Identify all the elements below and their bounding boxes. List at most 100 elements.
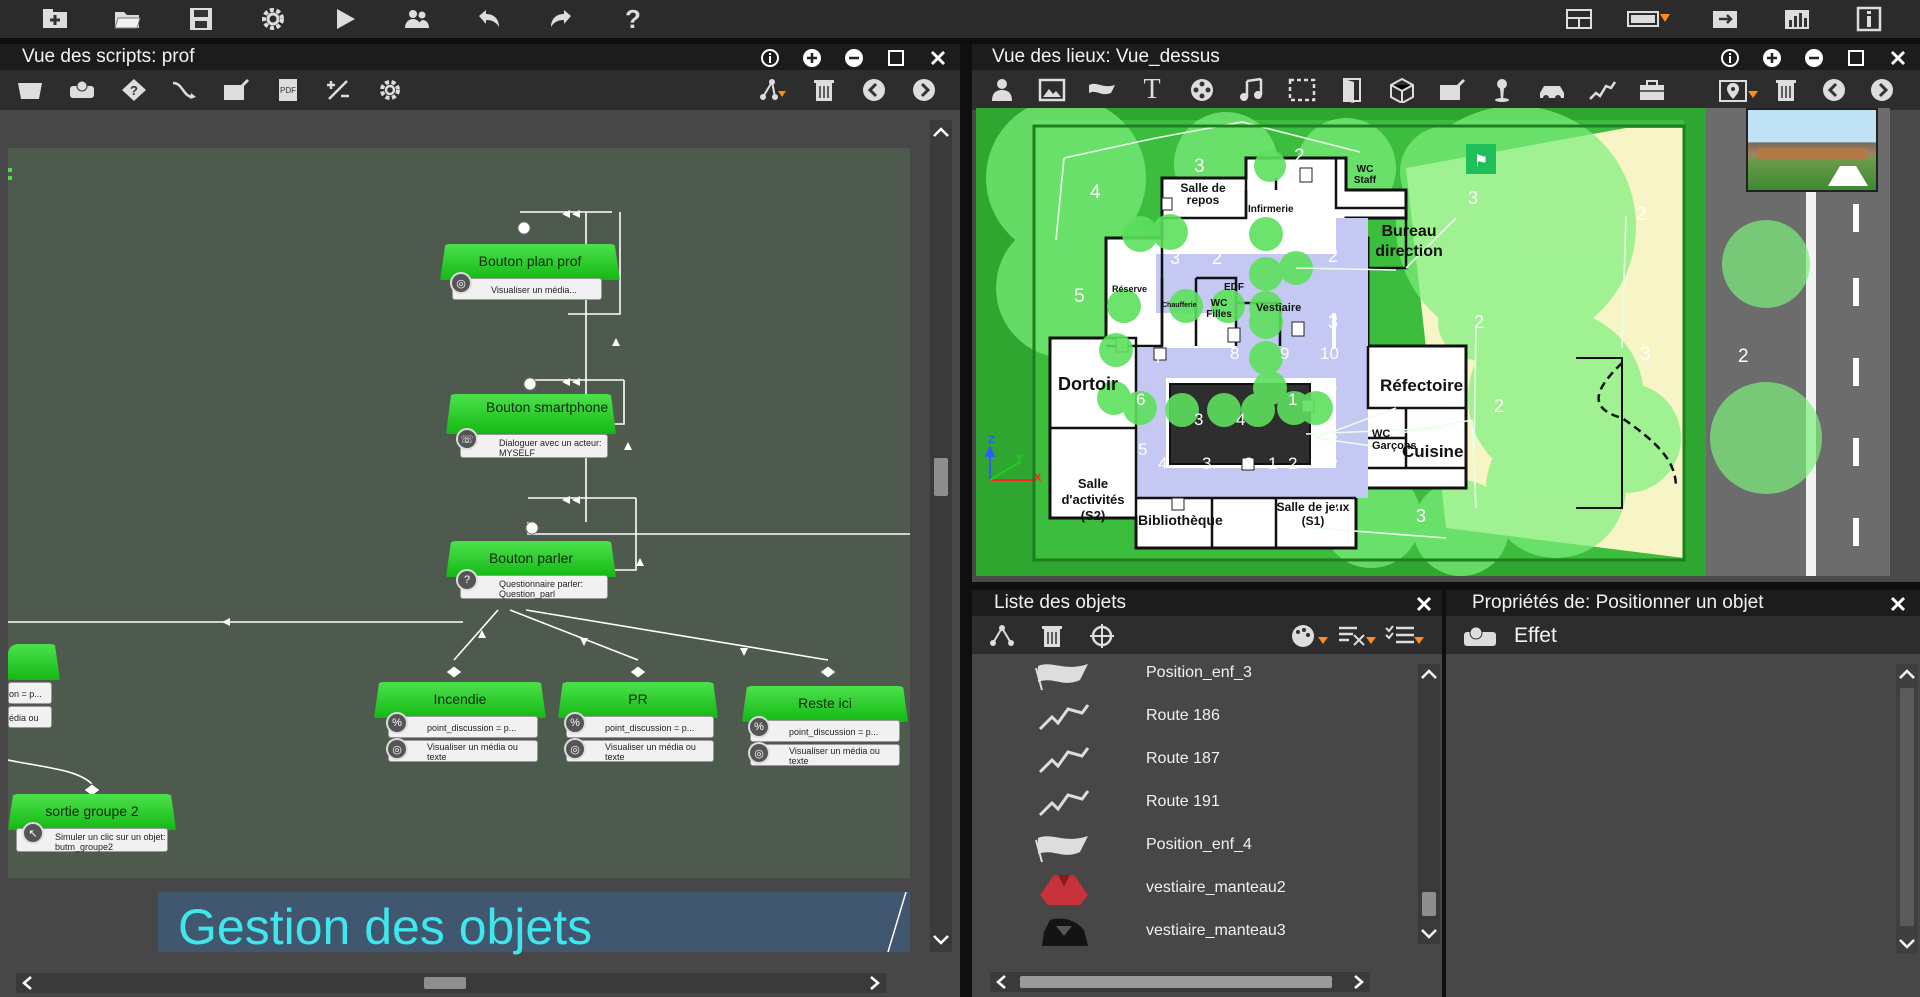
pin-icon[interactable] (1486, 76, 1518, 104)
info-circle-icon[interactable] (758, 47, 782, 69)
filter-list-icon[interactable] (1336, 622, 1380, 650)
window-toggle-icon[interactable] (1626, 5, 1672, 33)
film-reel-icon[interactable] (1186, 76, 1218, 104)
node-sortie-groupe-2[interactable]: sortie groupe 2 Simuler un clic sur un o… (8, 794, 176, 874)
path-number: 3 (1170, 248, 1181, 268)
path-number: 4 (1328, 376, 1338, 395)
add-scenario-icon[interactable] (40, 5, 70, 33)
text-tool-icon[interactable]: T (1136, 74, 1168, 105)
script-actor-icon[interactable] (66, 76, 98, 104)
list-item[interactable]: Route 187 (1014, 742, 1414, 778)
script-edit-icon[interactable] (220, 76, 252, 104)
node-reste-ici[interactable]: Reste ici point_discussion = p... Visual… (742, 686, 908, 786)
panel-separator[interactable] (972, 582, 1920, 590)
node-incendie[interactable]: Incendie point_discussion = p... Visuali… (374, 682, 546, 782)
list-item[interactable]: Position_enf_3 (1014, 656, 1414, 692)
flag-icon[interactable] (1086, 76, 1118, 104)
toolbox-icon[interactable] (1636, 76, 1668, 104)
settings-gear-icon[interactable] (258, 5, 288, 33)
gestion-objets-banner[interactable]: Gestion des objets (158, 892, 910, 955)
import-icon[interactable] (1710, 5, 1740, 33)
hierarchy-icon[interactable] (986, 622, 1018, 650)
open-folder-icon[interactable] (112, 5, 142, 33)
previous-icon[interactable] (858, 76, 890, 104)
next-icon[interactable] (1866, 76, 1898, 104)
list-item[interactable]: vestiaire_manteau3 (1014, 914, 1414, 950)
panel-separator[interactable] (960, 44, 972, 997)
hierarchy-icon[interactable] (756, 76, 788, 104)
route-icon[interactable] (1586, 76, 1618, 104)
undo-icon[interactable] (474, 5, 504, 33)
script-link-icon[interactable] (168, 76, 200, 104)
edit-object-icon[interactable] (1436, 76, 1468, 104)
node-partial-left[interactable]: on = p... édia ou (8, 644, 60, 734)
trash-icon[interactable] (1036, 622, 1068, 650)
percent-icon[interactable] (322, 76, 354, 104)
person-icon[interactable] (986, 76, 1018, 104)
music-icon[interactable] (1236, 76, 1268, 104)
selection-zone-icon[interactable] (1286, 76, 1318, 104)
info-icon[interactable] (1854, 5, 1884, 33)
cube-3d-icon[interactable] (1386, 76, 1418, 104)
script-settings-icon[interactable] (374, 76, 406, 104)
scripts-horizontal-scrollbar[interactable] (16, 973, 886, 993)
minimap-preview-image[interactable] (1746, 108, 1878, 192)
maximize-icon[interactable] (1844, 47, 1868, 69)
node-bouton-parler[interactable]: Bouton parler Questionnaire parler: Ques… (446, 541, 616, 617)
info-circle-icon[interactable] (1718, 47, 1742, 69)
play-icon[interactable] (330, 5, 360, 33)
scripts-vertical-scrollbar[interactable] (930, 120, 952, 952)
close-icon[interactable] (1886, 593, 1910, 615)
next-icon[interactable] (908, 76, 940, 104)
node-bouton-smartphone[interactable]: Bouton smartphone Dialoguer avec un acte… (446, 394, 616, 474)
close-icon[interactable] (1886, 47, 1910, 69)
car-icon[interactable] (1536, 76, 1568, 104)
help-icon[interactable]: ? (618, 4, 648, 34)
properties-vscroll-thumb[interactable] (1900, 688, 1914, 926)
path-number: 2 (1288, 454, 1298, 473)
script-new-icon[interactable] (14, 76, 46, 104)
previous-icon[interactable] (1818, 76, 1850, 104)
object-list-vertical-scrollbar[interactable] (1418, 664, 1440, 944)
scripts-vscroll-thumb[interactable] (934, 458, 948, 496)
crosshair-icon[interactable] (1086, 622, 1118, 650)
save-icon[interactable] (186, 5, 216, 33)
close-icon[interactable] (1412, 593, 1436, 615)
layout-icon[interactable] (1564, 5, 1594, 33)
map-pin-dropdown-icon[interactable] (1718, 76, 1762, 104)
list-item[interactable]: Position_enf_4 (1014, 828, 1414, 864)
door-icon[interactable] (1336, 76, 1368, 104)
path-number: 9 (1280, 344, 1290, 363)
checklist-icon[interactable] (1384, 622, 1428, 650)
users-icon[interactable] (402, 5, 432, 33)
minus-circle-icon[interactable] (842, 47, 866, 69)
list-item[interactable]: vestiaire_manteau2 (1014, 871, 1414, 907)
path-number: 5 (1328, 426, 1338, 445)
redo-icon[interactable] (546, 5, 576, 33)
object-list-hscroll-thumb[interactable] (1020, 976, 1332, 988)
scripts-hscroll-thumb[interactable] (424, 977, 466, 989)
list-item[interactable]: Route 191 (1014, 785, 1414, 821)
maximize-icon[interactable] (884, 47, 908, 69)
effect-row[interactable]: Effet (1446, 616, 1920, 654)
script-question-icon[interactable]: ? (118, 76, 150, 104)
pdf-icon[interactable]: PDF (272, 76, 304, 104)
trash-icon[interactable] (1770, 76, 1802, 104)
script-graph-canvas[interactable]: Bouton plan prof Visualiser un média... … (8, 148, 910, 878)
plus-circle-icon[interactable] (800, 47, 824, 69)
object-list-horizontal-scrollbar[interactable] (990, 972, 1370, 992)
node-bouton-plan-prof[interactable]: Bouton plan prof Visualiser un média... … (440, 244, 620, 318)
chart-icon[interactable] (1782, 5, 1812, 33)
object-list-vscroll-thumb[interactable] (1422, 892, 1436, 916)
top-view-map[interactable]: ⚑ Salle de repos Infirmerie WC Staff Bur… (976, 108, 1890, 576)
plus-circle-icon[interactable] (1760, 47, 1784, 69)
trash-icon[interactable] (808, 76, 840, 104)
filter-palette-icon[interactable] (1288, 622, 1332, 650)
list-item[interactable]: Route 186 (1014, 699, 1414, 735)
position-flag-icon (1035, 836, 1088, 863)
minus-circle-icon[interactable] (1802, 47, 1826, 69)
image-icon[interactable] (1036, 76, 1068, 104)
close-icon[interactable] (926, 47, 950, 69)
node-pr[interactable]: PR point_discussion = p... Visualiser un… (558, 682, 718, 782)
properties-vertical-scrollbar[interactable] (1896, 664, 1918, 954)
